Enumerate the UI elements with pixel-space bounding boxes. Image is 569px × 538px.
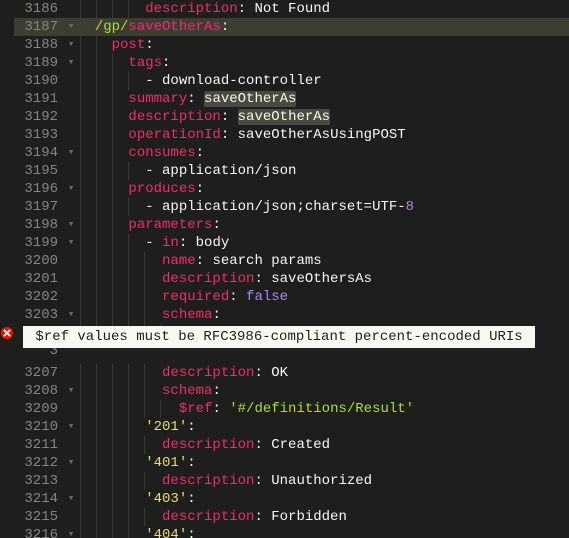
code-line[interactable]: description: saveOtherAs — [78, 108, 569, 126]
code-line[interactable]: operationId: saveOtherAsUsingPOST — [78, 126, 569, 144]
code-line[interactable]: '201': — [78, 418, 569, 436]
fold-marker[interactable]: ▾ — [64, 490, 78, 508]
code-line[interactable]: $ref: '#/definitions/Result' — [78, 400, 569, 418]
line-number: 3208 — [14, 382, 64, 400]
fold-marker[interactable] — [64, 90, 78, 108]
line-number: 3215 — [14, 508, 64, 526]
line-number: 3197 — [14, 198, 64, 216]
code-editor[interactable]: 3186318731883189319031913192319331943195… — [0, 0, 569, 538]
fold-marker[interactable]: ▾ — [64, 418, 78, 436]
line-number: 3200 — [14, 252, 64, 270]
line-number: 3195 — [14, 162, 64, 180]
fold-gutter[interactable]: ▾▾▾▾▾▾▾▾▾▾▾▾▾ — [64, 0, 78, 538]
code-line[interactable]: /gp/saveOtherAs: — [78, 18, 569, 36]
fold-marker[interactable] — [64, 72, 78, 90]
fold-marker[interactable] — [64, 364, 78, 382]
error-tooltip: $ref values must be RFC3986-compliant pe… — [23, 326, 535, 348]
line-number: 3190 — [14, 72, 64, 90]
fold-marker[interactable] — [64, 400, 78, 418]
line-number: 3210 — [14, 418, 64, 436]
line-number: 3196 — [14, 180, 64, 198]
line-number: 3213 — [14, 472, 64, 490]
fold-marker[interactable]: ▾ — [64, 144, 78, 162]
line-number: 3187 — [14, 18, 64, 36]
fold-marker[interactable]: ▾ — [64, 180, 78, 198]
fold-marker[interactable]: ▾ — [64, 382, 78, 400]
fold-marker[interactable]: ▾ — [64, 18, 78, 36]
line-number: 3192 — [14, 108, 64, 126]
code-line[interactable]: description: OK — [78, 364, 569, 382]
code-line[interactable]: '403': — [78, 490, 569, 508]
line-number: 3216 — [14, 526, 64, 538]
line-number: 3214 — [14, 490, 64, 508]
code-line[interactable]: produces: — [78, 180, 569, 198]
fold-marker[interactable] — [64, 0, 78, 18]
line-number: 3199 — [14, 234, 64, 252]
fold-marker[interactable] — [64, 436, 78, 454]
line-number: 3198 — [14, 216, 64, 234]
fold-marker[interactable]: ▾ — [64, 454, 78, 472]
code-line[interactable]: schema: — [78, 382, 569, 400]
fold-marker[interactable] — [64, 126, 78, 144]
code-line[interactable]: '404': — [78, 526, 569, 538]
code-line[interactable]: consumes: — [78, 144, 569, 162]
code-line[interactable]: tags: — [78, 54, 569, 72]
line-number-gutter: 3186318731883189319031913192319331943195… — [14, 0, 64, 538]
fold-marker[interactable]: ▾ — [64, 216, 78, 234]
line-number: 3207 — [14, 364, 64, 382]
error-gutter — [0, 0, 14, 538]
line-number: 3194 — [14, 144, 64, 162]
fold-marker[interactable]: ▾ — [64, 234, 78, 252]
line-number: 3211 — [14, 436, 64, 454]
line-number: 3189 — [14, 54, 64, 72]
fold-marker[interactable] — [64, 288, 78, 306]
line-number: 3186 — [14, 0, 64, 18]
code-line[interactable]: post: — [78, 36, 569, 54]
code-line[interactable]: description: Forbidden — [78, 508, 569, 526]
error-icon[interactable] — [0, 326, 14, 340]
code-line[interactable]: name: search params — [78, 252, 569, 270]
line-number: 3191 — [14, 90, 64, 108]
line-number: 3209 — [14, 400, 64, 418]
fold-marker[interactable]: ▾ — [64, 526, 78, 538]
fold-marker[interactable] — [64, 472, 78, 490]
line-number: 3202 — [14, 288, 64, 306]
code-line[interactable]: summary: saveOtherAs — [78, 90, 569, 108]
line-number: 3212 — [14, 454, 64, 472]
fold-marker[interactable] — [64, 252, 78, 270]
code-content[interactable]: description: Not Found /gp/saveOtherAs: … — [78, 0, 569, 538]
code-line[interactable]: - application/json;charset=UTF-8 — [78, 198, 569, 216]
fold-marker[interactable] — [64, 508, 78, 526]
fold-marker[interactable]: ▾ — [64, 54, 78, 72]
fold-marker[interactable]: ▾ — [64, 306, 78, 324]
line-number: 3193 — [14, 126, 64, 144]
code-line[interactable]: - in: body — [78, 234, 569, 252]
fold-marker[interactable]: ▾ — [64, 36, 78, 54]
code-line[interactable]: required: false — [78, 288, 569, 306]
code-line[interactable]: parameters: — [78, 216, 569, 234]
code-line[interactable]: '401': — [78, 454, 569, 472]
code-line[interactable]: schema: — [78, 306, 569, 324]
code-line[interactable]: description: Unauthorized — [78, 472, 569, 490]
code-line[interactable]: description: Not Found — [78, 0, 569, 18]
code-line[interactable]: - application/json — [78, 162, 569, 180]
code-line[interactable]: description: saveOthersAs — [78, 270, 569, 288]
line-number: 3203 — [14, 306, 64, 324]
line-number: 3201 — [14, 270, 64, 288]
fold-marker[interactable] — [64, 162, 78, 180]
fold-marker[interactable] — [64, 198, 78, 216]
line-number: 3188 — [14, 36, 64, 54]
code-line[interactable]: description: Created — [78, 436, 569, 454]
fold-marker[interactable] — [64, 108, 78, 126]
code-line[interactable]: - download-controller — [78, 72, 569, 90]
fold-marker[interactable] — [64, 270, 78, 288]
